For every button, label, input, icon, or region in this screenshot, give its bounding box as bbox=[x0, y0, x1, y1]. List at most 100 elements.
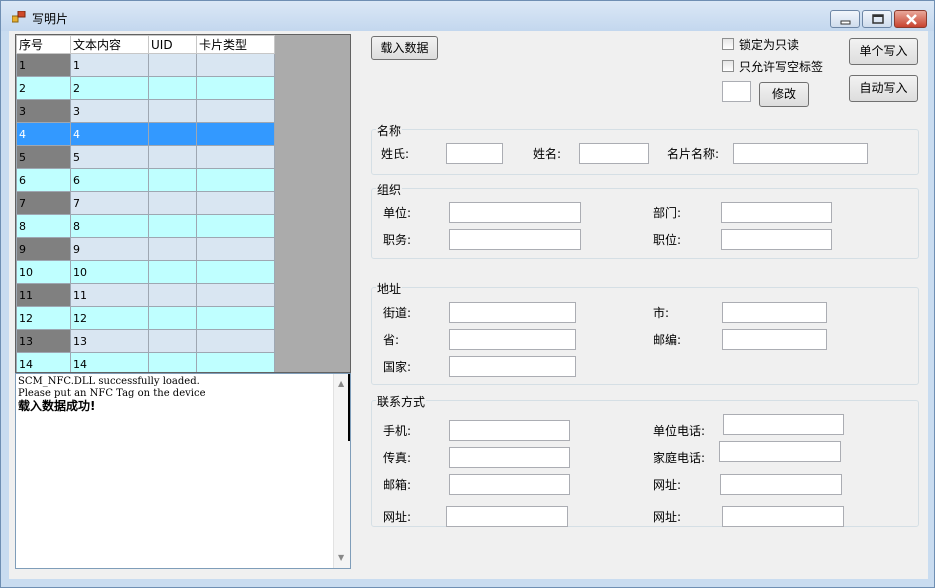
header-index[interactable]: 序号 bbox=[16, 35, 71, 54]
row-index-cell[interactable]: 7 bbox=[16, 191, 71, 215]
auto-write-button[interactable]: 自动写入 bbox=[849, 75, 918, 102]
card-type-cell[interactable] bbox=[196, 122, 275, 146]
title-bar[interactable]: 写明片 bbox=[1, 1, 934, 31]
table-row[interactable]: 99 bbox=[16, 237, 275, 261]
street-input[interactable] bbox=[449, 302, 576, 323]
table-row[interactable]: 33 bbox=[16, 99, 275, 123]
row-index-cell[interactable]: 14 bbox=[16, 352, 71, 372]
row-index-cell[interactable]: 10 bbox=[16, 260, 71, 284]
home-phone-input[interactable] bbox=[719, 441, 841, 462]
card-type-cell[interactable] bbox=[196, 283, 275, 307]
table-row[interactable]: 13 13 bbox=[16, 329, 275, 353]
table-row[interactable]: 11 11 bbox=[16, 283, 275, 307]
table-row[interactable]: 55 bbox=[16, 145, 275, 169]
text-cell[interactable]: 11 bbox=[70, 283, 149, 307]
row-index-cell[interactable]: 5 bbox=[16, 145, 71, 169]
uid-cell[interactable] bbox=[148, 145, 197, 169]
url-input-3[interactable] bbox=[722, 506, 844, 527]
text-cell[interactable]: 5 bbox=[70, 145, 149, 169]
minimize-button[interactable] bbox=[830, 10, 860, 28]
card-type-cell[interactable] bbox=[196, 260, 275, 284]
row-index-cell[interactable]: 9 bbox=[16, 237, 71, 261]
text-cell[interactable]: 4 bbox=[70, 122, 149, 146]
uid-cell[interactable] bbox=[148, 237, 197, 261]
card-type-cell[interactable] bbox=[196, 237, 275, 261]
card-name-input[interactable] bbox=[733, 143, 868, 164]
text-cell[interactable]: 3 bbox=[70, 99, 149, 123]
city-input[interactable] bbox=[722, 302, 827, 323]
table-row[interactable]: 12 12 bbox=[16, 306, 275, 330]
surname-input[interactable] bbox=[446, 143, 503, 164]
card-type-cell[interactable] bbox=[196, 352, 275, 372]
lock-readonly-checkbox[interactable] bbox=[722, 38, 734, 50]
uid-cell[interactable] bbox=[148, 306, 197, 330]
row-index-cell[interactable]: 6 bbox=[16, 168, 71, 192]
table-row[interactable]: 66 bbox=[16, 168, 275, 192]
scroll-up-icon[interactable]: ▲ bbox=[338, 378, 344, 390]
card-type-cell[interactable] bbox=[196, 145, 275, 169]
uid-cell[interactable] bbox=[148, 76, 197, 100]
email-input[interactable] bbox=[449, 474, 570, 495]
table-row[interactable]: 77 bbox=[16, 191, 275, 215]
company-input[interactable] bbox=[449, 202, 581, 223]
row-index-cell[interactable]: 4 bbox=[16, 122, 71, 146]
uid-cell[interactable] bbox=[148, 122, 197, 146]
table-row[interactable]: 88 bbox=[16, 214, 275, 238]
row-index-cell[interactable]: 2 bbox=[16, 76, 71, 100]
uid-cell[interactable] bbox=[148, 260, 197, 284]
table-row[interactable]: 11 bbox=[16, 53, 275, 77]
uid-cell[interactable] bbox=[148, 283, 197, 307]
single-write-button[interactable]: 单个写入 bbox=[849, 38, 918, 65]
text-cell[interactable]: 9 bbox=[70, 237, 149, 261]
text-cell[interactable]: 7 bbox=[70, 191, 149, 215]
department-input[interactable] bbox=[721, 202, 832, 223]
log-textbox[interactable]: SCM_NFC.DLL successfully loaded. Please … bbox=[15, 373, 351, 569]
table-row[interactable]: 10 10 bbox=[16, 260, 275, 284]
card-type-cell[interactable] bbox=[196, 168, 275, 192]
header-uid[interactable]: UID bbox=[148, 35, 197, 54]
fax-input[interactable] bbox=[449, 447, 570, 468]
uid-cell[interactable] bbox=[148, 99, 197, 123]
card-type-cell[interactable] bbox=[196, 306, 275, 330]
table-row[interactable]: 14 14 bbox=[16, 352, 275, 372]
load-data-button[interactable]: 载入数据 bbox=[371, 36, 438, 60]
uid-cell[interactable] bbox=[148, 214, 197, 238]
uid-cell[interactable] bbox=[148, 53, 197, 77]
text-cell[interactable]: 1 bbox=[70, 53, 149, 77]
uid-cell[interactable] bbox=[148, 191, 197, 215]
province-input[interactable] bbox=[449, 329, 576, 350]
scroll-down-icon[interactable]: ▼ bbox=[338, 552, 344, 564]
card-type-cell[interactable] bbox=[196, 99, 275, 123]
text-cell[interactable]: 14 bbox=[70, 352, 149, 372]
header-text[interactable]: 文本内容 bbox=[70, 35, 149, 54]
maximize-button[interactable] bbox=[862, 10, 892, 28]
modify-button[interactable]: 修改 bbox=[759, 82, 809, 107]
country-input[interactable] bbox=[449, 356, 576, 377]
data-grid[interactable]: 序号 文本内容 UID 卡片类型 1 1 2 2 3 3 4 4 5 5 6 6 7 7 8 8 9 9 10 10 1… bbox=[15, 34, 351, 373]
card-type-cell[interactable] bbox=[196, 76, 275, 100]
work-phone-input[interactable] bbox=[723, 414, 844, 435]
text-cell[interactable]: 6 bbox=[70, 168, 149, 192]
close-button[interactable] bbox=[894, 10, 927, 28]
url-input[interactable] bbox=[720, 474, 842, 495]
card-type-cell[interactable] bbox=[196, 214, 275, 238]
text-cell[interactable]: 2 bbox=[70, 76, 149, 100]
card-type-cell[interactable] bbox=[196, 191, 275, 215]
table-row[interactable]: 22 bbox=[16, 76, 275, 100]
modify-input[interactable] bbox=[722, 81, 751, 102]
card-type-cell[interactable] bbox=[196, 53, 275, 77]
mobile-input[interactable] bbox=[449, 420, 570, 441]
position-input[interactable] bbox=[721, 229, 832, 250]
row-index-cell[interactable]: 12 bbox=[16, 306, 71, 330]
duty-input[interactable] bbox=[449, 229, 581, 250]
url-input-2[interactable] bbox=[446, 506, 568, 527]
row-index-cell[interactable]: 13 bbox=[16, 329, 71, 353]
zip-input[interactable] bbox=[722, 329, 827, 350]
given-name-input[interactable] bbox=[579, 143, 649, 164]
row-index-cell[interactable]: 3 bbox=[16, 99, 71, 123]
header-card-type[interactable]: 卡片类型 bbox=[196, 35, 275, 54]
text-cell[interactable]: 12 bbox=[70, 306, 149, 330]
uid-cell[interactable] bbox=[148, 168, 197, 192]
blank-only-checkbox[interactable] bbox=[722, 60, 734, 72]
uid-cell[interactable] bbox=[148, 329, 197, 353]
